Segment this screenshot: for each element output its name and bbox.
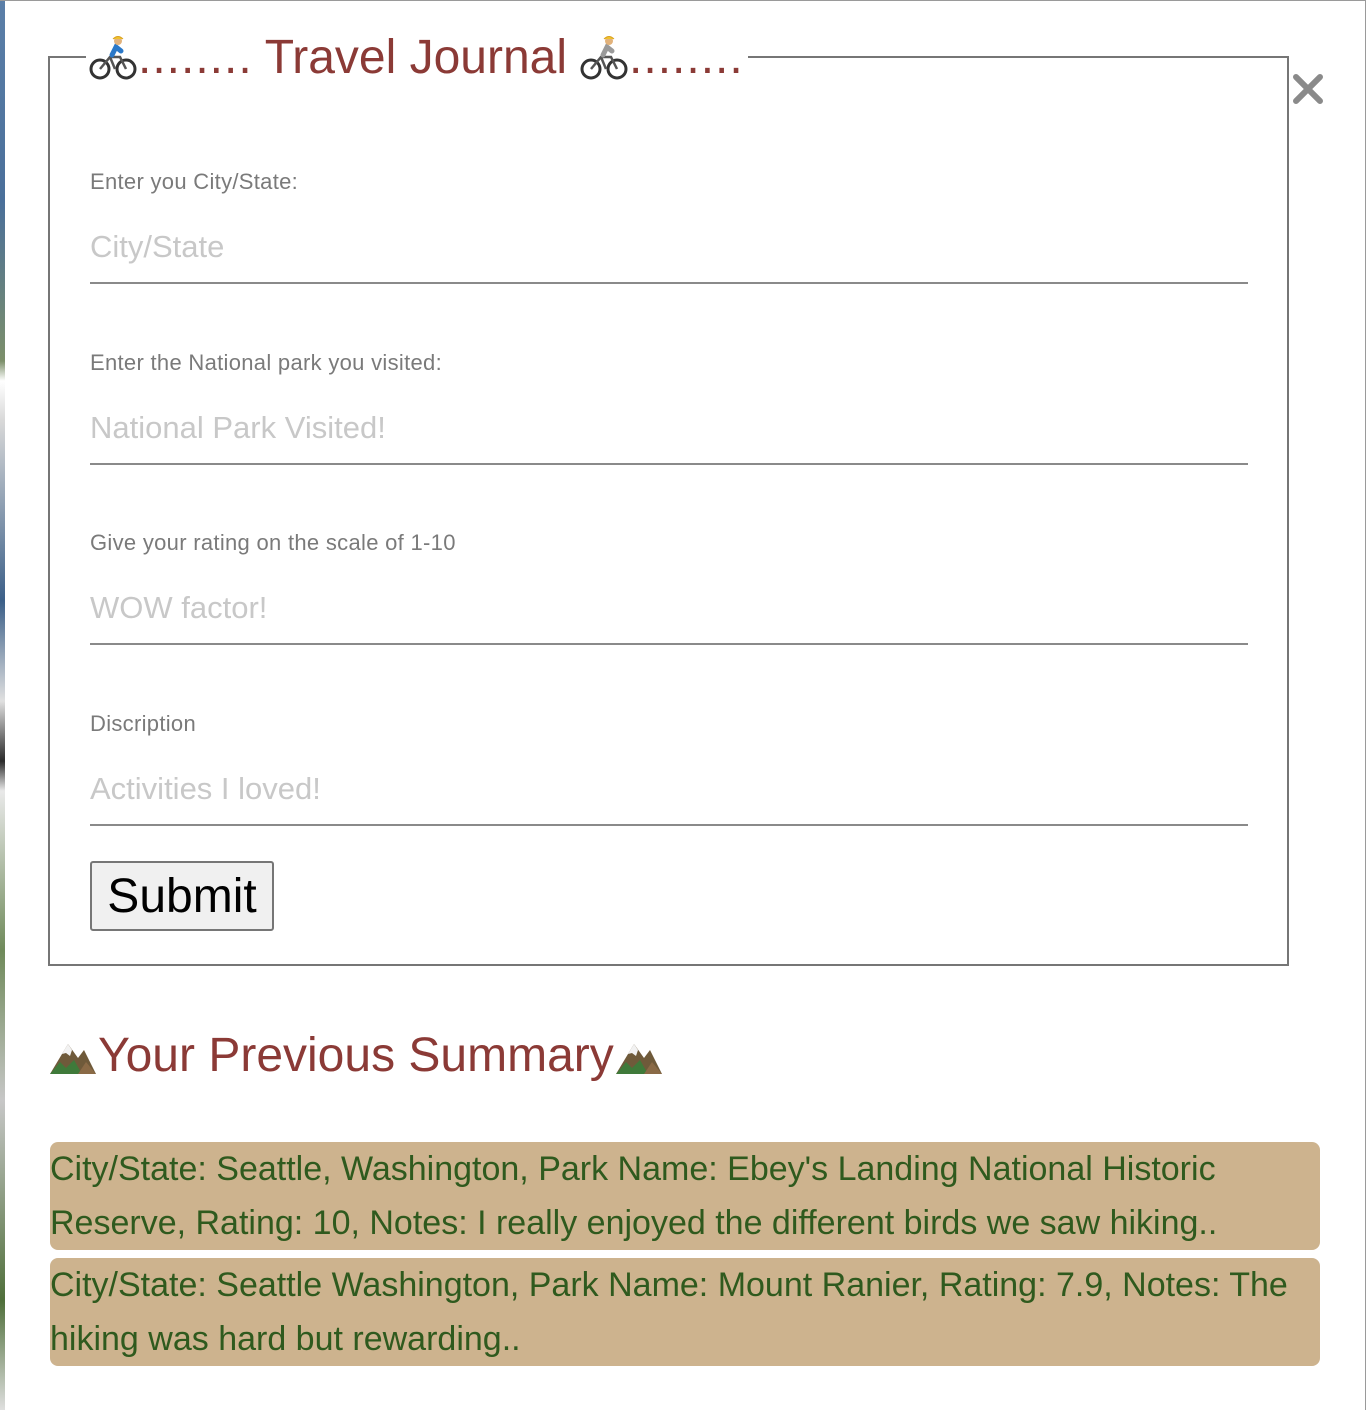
park-label: Enter the National park you visited:: [90, 350, 442, 375]
summary-heading-text: Your Previous Summary: [98, 1029, 614, 1082]
rating-field: Give your rating on the scale of 1-10: [90, 529, 1248, 645]
cyclist-icon: [580, 36, 628, 80]
summary-heading: Your Previous Summary: [48, 1023, 664, 1089]
rating-input[interactable]: [90, 587, 1248, 645]
description-input[interactable]: [90, 768, 1248, 826]
close-icon[interactable]: [1290, 71, 1326, 107]
mountain-icon: [615, 1044, 662, 1074]
journal-title: ........ Travel Journal ........: [86, 30, 748, 86]
city-state-label: Enter you City/State:: [90, 169, 299, 194]
legend-dots-right: ........: [629, 31, 744, 84]
city-state-input[interactable]: [90, 226, 1248, 284]
park-input[interactable]: [90, 407, 1248, 465]
summary-entry: City/State: Seattle, Washington, Park Na…: [50, 1142, 1320, 1250]
journal-form: ........ Travel Journal ........ Enter y…: [48, 30, 1289, 966]
background-window-edge: [0, 1, 5, 1410]
submit-button[interactable]: Submit: [90, 861, 274, 931]
summary-list: City/State: Seattle, Washington, Park Na…: [50, 1142, 1320, 1374]
park-field: Enter the National park you visited:: [90, 349, 1248, 465]
mountain-icon: [50, 1044, 96, 1074]
description-label: Discription: [90, 711, 196, 736]
rating-label: Give your rating on the scale of 1-10: [90, 530, 456, 555]
summary-entry: City/State: Seattle Washington, Park Nam…: [50, 1258, 1320, 1366]
city-state-field: Enter you City/State:: [90, 168, 1248, 284]
cyclist-icon: [89, 36, 137, 80]
page: ........ Travel Journal ........ Enter y…: [0, 0, 1366, 1410]
legend-dots-left: ........: [138, 31, 253, 84]
journal-title-text: Travel Journal: [264, 31, 568, 84]
description-field: Discription: [90, 710, 1248, 826]
